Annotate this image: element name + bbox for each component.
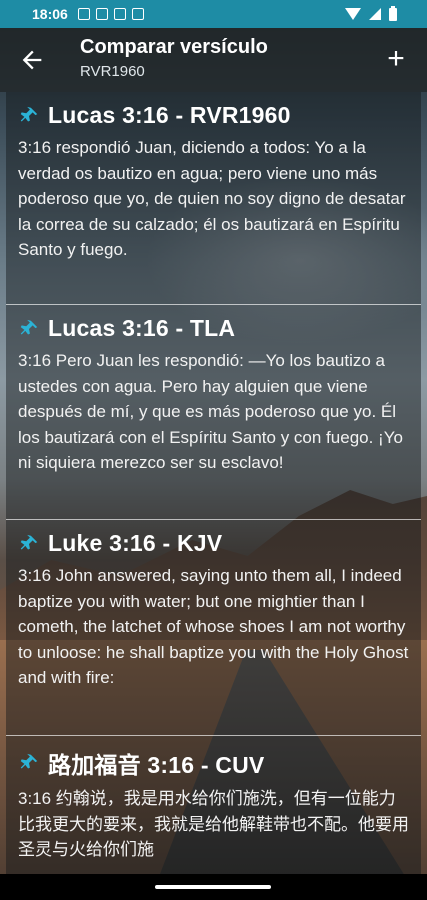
verse-card[interactable]: 路加福音 3:16 - CUV 3:16 约翰说，我是用水给你们施洗，但有一位能… bbox=[6, 736, 421, 874]
verse-text: 3:16 约翰说，我是用水给你们施洗，但有一位能力比我更大的要来，我就是给他解鞋… bbox=[18, 789, 409, 859]
verse-card-header: Lucas 3:16 - TLA bbox=[18, 315, 411, 342]
add-icon[interactable]: + bbox=[381, 44, 411, 74]
notification-icons bbox=[77, 8, 144, 20]
verse-card-header: Lucas 3:16 - RVR1960 bbox=[18, 102, 411, 129]
verse-reference: Lucas 3:16 - TLA bbox=[48, 315, 236, 341]
wifi-icon bbox=[345, 8, 361, 20]
system-nav-bar bbox=[0, 874, 427, 900]
verse-reference: Lucas 3:16 - RVR1960 bbox=[48, 102, 291, 128]
status-bar: 18:06 bbox=[0, 0, 427, 28]
verse-card[interactable]: Lucas 3:16 - RVR1960 3:16 respondió Juan… bbox=[6, 92, 421, 305]
verse-text: 3:16 Pero Juan les respondió: —Yo los ba… bbox=[18, 351, 403, 472]
pin-icon bbox=[20, 753, 38, 769]
app-bar: Comparar versículo RVR1960 + bbox=[0, 28, 427, 92]
page-title: Comparar versículo bbox=[80, 36, 268, 58]
verse-card-header: 路加福音 3:16 - CUV bbox=[18, 746, 411, 780]
notification-a-icon bbox=[77, 8, 90, 20]
signal-icon bbox=[369, 8, 381, 20]
pin-icon bbox=[20, 106, 38, 121]
verse-text: 3:16 respondió Juan, diciendo a todos: Y… bbox=[18, 138, 406, 259]
verse-reference: 路加福音 3:16 - CUV bbox=[48, 752, 265, 778]
back-arrow-icon[interactable] bbox=[18, 46, 46, 74]
verse-list[interactable]: Lucas 3:16 - RVR1960 3:16 respondió Juan… bbox=[6, 92, 421, 874]
battery-icon bbox=[389, 5, 397, 21]
notification-b-icon bbox=[95, 8, 108, 20]
pin-icon bbox=[20, 534, 38, 549]
home-gesture-handle[interactable] bbox=[155, 885, 271, 889]
verse-card[interactable]: Luke 3:16 - KJV 3:16 John answered, sayi… bbox=[6, 520, 421, 736]
verse-card-header: Luke 3:16 - KJV bbox=[18, 530, 411, 557]
notification-c-icon bbox=[113, 8, 126, 20]
verse-card[interactable]: Lucas 3:16 - TLA 3:16 Pero Juan les resp… bbox=[6, 305, 421, 520]
pin-icon bbox=[20, 319, 38, 334]
status-time: 18:06 bbox=[32, 6, 68, 22]
page-subtitle: RVR1960 bbox=[80, 63, 145, 80]
app-bar-titles: Comparar versículo RVR1960 bbox=[80, 36, 268, 80]
verse-reference: Luke 3:16 - KJV bbox=[48, 530, 223, 556]
system-icons bbox=[345, 5, 397, 21]
notification-d-icon bbox=[131, 8, 144, 20]
verse-text: 3:16 John answered, saying unto them all… bbox=[18, 566, 409, 687]
